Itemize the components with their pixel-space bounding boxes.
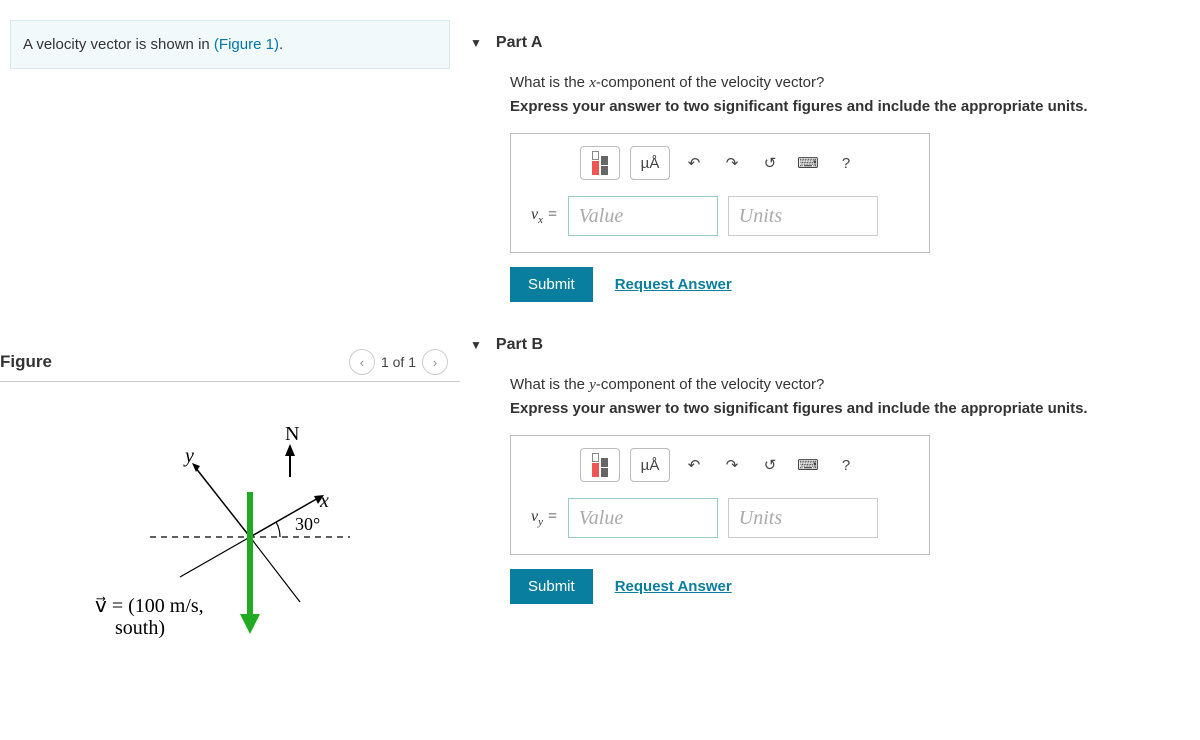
request-answer-link[interactable]: Request Answer — [615, 276, 732, 293]
part-a-instructions: Express your answer to two significant f… — [510, 98, 1190, 115]
template-icon[interactable] — [580, 448, 620, 482]
request-answer-link[interactable]: Request Answer — [615, 578, 732, 595]
label-angle: 30° — [295, 514, 320, 534]
part-b-instructions: Express your answer to two significant f… — [510, 400, 1190, 417]
value-input[interactable]: Value — [568, 498, 718, 538]
undo-icon[interactable]: ↶ — [680, 448, 708, 482]
template-icon[interactable] — [580, 146, 620, 180]
part-b-header[interactable]: ▼ Part B — [470, 336, 1190, 354]
redo-icon[interactable]: ↷ — [718, 448, 746, 482]
units-icon[interactable]: µÅ — [630, 448, 670, 482]
caret-down-icon: ▼ — [470, 338, 482, 352]
part-b-question: What is the y-component of the velocity … — [510, 376, 1190, 394]
value-input[interactable]: Value — [568, 196, 718, 236]
keyboard-icon[interactable]: ⌨ — [794, 146, 822, 180]
part-b-lhs: vy = — [531, 508, 558, 528]
label-vector-1: v⃗ = (100 m/s, — [95, 595, 204, 617]
problem-text-pre: A velocity vector is shown in — [23, 36, 214, 53]
figure-link[interactable]: (Figure 1) — [214, 36, 279, 53]
part-b-answer-box: µÅ ↶ ↷ ↺ ⌨ ? vy = Value Units — [510, 435, 930, 555]
label-x: x — [319, 490, 329, 512]
keyboard-icon[interactable]: ⌨ — [794, 448, 822, 482]
figure-title: Figure — [0, 352, 52, 372]
undo-icon[interactable]: ↶ — [680, 146, 708, 180]
units-input[interactable]: Units — [728, 196, 878, 236]
part-a-header[interactable]: ▼ Part A — [470, 34, 1190, 52]
part-a-title: Part A — [496, 34, 543, 52]
caret-down-icon: ▼ — [470, 36, 482, 50]
figure-prev-icon[interactable]: ‹ — [349, 349, 375, 375]
submit-button[interactable]: Submit — [510, 267, 593, 302]
figure-pager-label: 1 of 1 — [381, 354, 416, 370]
label-north: N — [285, 423, 299, 445]
help-icon[interactable]: ? — [832, 146, 860, 180]
part-b-title: Part B — [496, 336, 543, 354]
figure-pager: ‹ 1 of 1 › — [349, 349, 448, 375]
label-vector-2: south) — [115, 617, 165, 639]
problem-text-post: . — [279, 36, 283, 53]
figure-diagram: N y x 30° — [0, 422, 460, 682]
problem-statement: A velocity vector is shown in (Figure 1)… — [10, 20, 450, 69]
units-icon[interactable]: µÅ — [630, 146, 670, 180]
part-b: ▼ Part B What is the y-component of the … — [470, 336, 1190, 604]
redo-icon[interactable]: ↷ — [718, 146, 746, 180]
reset-icon[interactable]: ↺ — [756, 146, 784, 180]
part-a-answer-box: µÅ ↶ ↷ ↺ ⌨ ? vx = Value Units — [510, 133, 930, 253]
reset-icon[interactable]: ↺ — [756, 448, 784, 482]
units-input[interactable]: Units — [728, 498, 878, 538]
part-a: ▼ Part A What is the x-component of the … — [470, 34, 1190, 302]
figure-next-icon[interactable]: › — [422, 349, 448, 375]
submit-button[interactable]: Submit — [510, 569, 593, 604]
part-a-lhs: vx = — [531, 206, 558, 226]
part-a-question: What is the x-component of the velocity … — [510, 74, 1190, 92]
help-icon[interactable]: ? — [832, 448, 860, 482]
